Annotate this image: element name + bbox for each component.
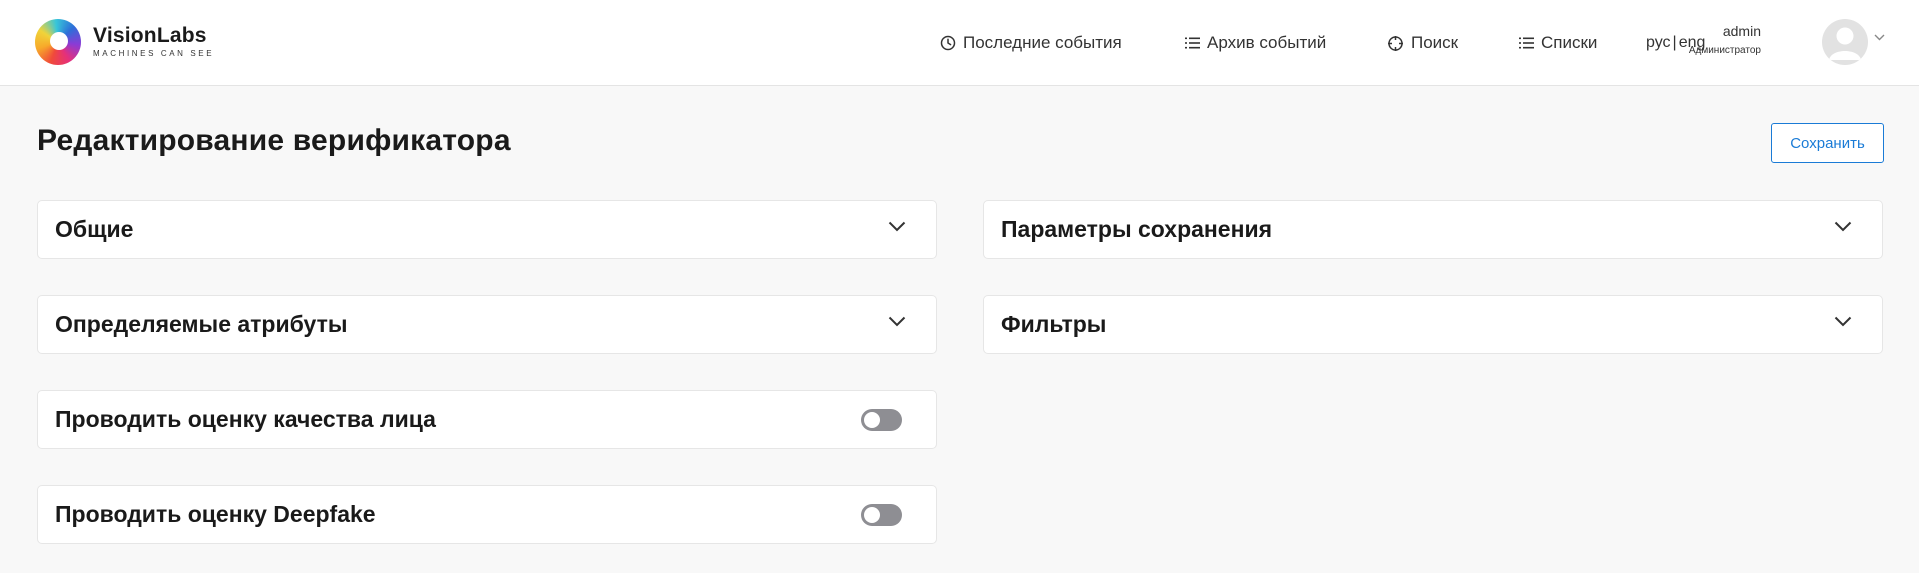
chevron-down-icon[interactable] [1874, 34, 1885, 41]
logo-ring-icon [35, 19, 81, 65]
toggle-knob [864, 507, 880, 523]
brand-name: VisionLabs [93, 24, 207, 47]
language-switcher: рус | eng [1646, 0, 1705, 86]
nav-lists-label: Списки [1541, 33, 1598, 52]
brand-tagline: MACHINES CAN SEE [93, 49, 215, 58]
app-header: VisionLabs MACHINES CAN SEE Последние со… [0, 0, 1919, 86]
brand-logo[interactable]: VisionLabs MACHINES CAN SEE [35, 18, 215, 66]
list-icon [1185, 37, 1200, 49]
section-save-params-title: Параметры сохранения [1001, 216, 1273, 242]
section-deepfake: Проводить оценку Deepfake [37, 485, 937, 544]
chevron-down-icon[interactable] [888, 316, 906, 327]
nav-event-archive[interactable]: Архив событий [1185, 0, 1326, 86]
page-title: Редактирование верификатора [37, 124, 511, 157]
section-deepfake-title: Проводить оценку Deepfake [55, 501, 376, 527]
section-attributes[interactable]: Определяемые атрибуты [37, 295, 937, 354]
section-filters-title: Фильтры [1001, 311, 1107, 337]
section-face-quality: Проводить оценку качества лица [37, 390, 937, 449]
face-quality-toggle[interactable] [861, 409, 902, 431]
nav-lists[interactable]: Списки [1519, 0, 1597, 86]
save-button[interactable]: Сохранить [1771, 123, 1884, 163]
lang-separator: | [1672, 34, 1677, 51]
section-attributes-title: Определяемые атрибуты [55, 311, 348, 337]
clock-icon [940, 35, 956, 51]
lang-ru[interactable]: рус [1646, 34, 1671, 52]
user-role: Администратор [1688, 45, 1761, 56]
deepfake-toggle[interactable] [861, 504, 902, 526]
user-avatar-icon [1829, 27, 1861, 60]
nav-recent-events[interactable]: Последние события [940, 0, 1122, 86]
section-filters[interactable]: Фильтры [983, 295, 1883, 354]
nav-search-label: Поиск [1411, 33, 1459, 52]
user-name: admin [1722, 23, 1761, 39]
chevron-down-icon[interactable] [1834, 221, 1852, 232]
avatar[interactable] [1822, 19, 1868, 65]
chevron-down-icon[interactable] [888, 221, 906, 232]
toggle-knob [864, 412, 880, 428]
user-menu[interactable]: admin Администратор [1689, 18, 1886, 68]
section-save-params[interactable]: Параметры сохранения [983, 200, 1883, 259]
nav-search[interactable]: Поиск [1387, 0, 1458, 86]
list-icon [1519, 37, 1534, 49]
section-general-title: Общие [55, 216, 134, 242]
nav-event-archive-label: Архив событий [1207, 33, 1327, 52]
chevron-down-icon[interactable] [1834, 316, 1852, 327]
crosshair-icon [1388, 35, 1403, 51]
section-general[interactable]: Общие [37, 200, 937, 259]
nav-recent-events-label: Последние события [963, 33, 1122, 52]
section-face-quality-title: Проводить оценку качества лица [55, 406, 436, 432]
